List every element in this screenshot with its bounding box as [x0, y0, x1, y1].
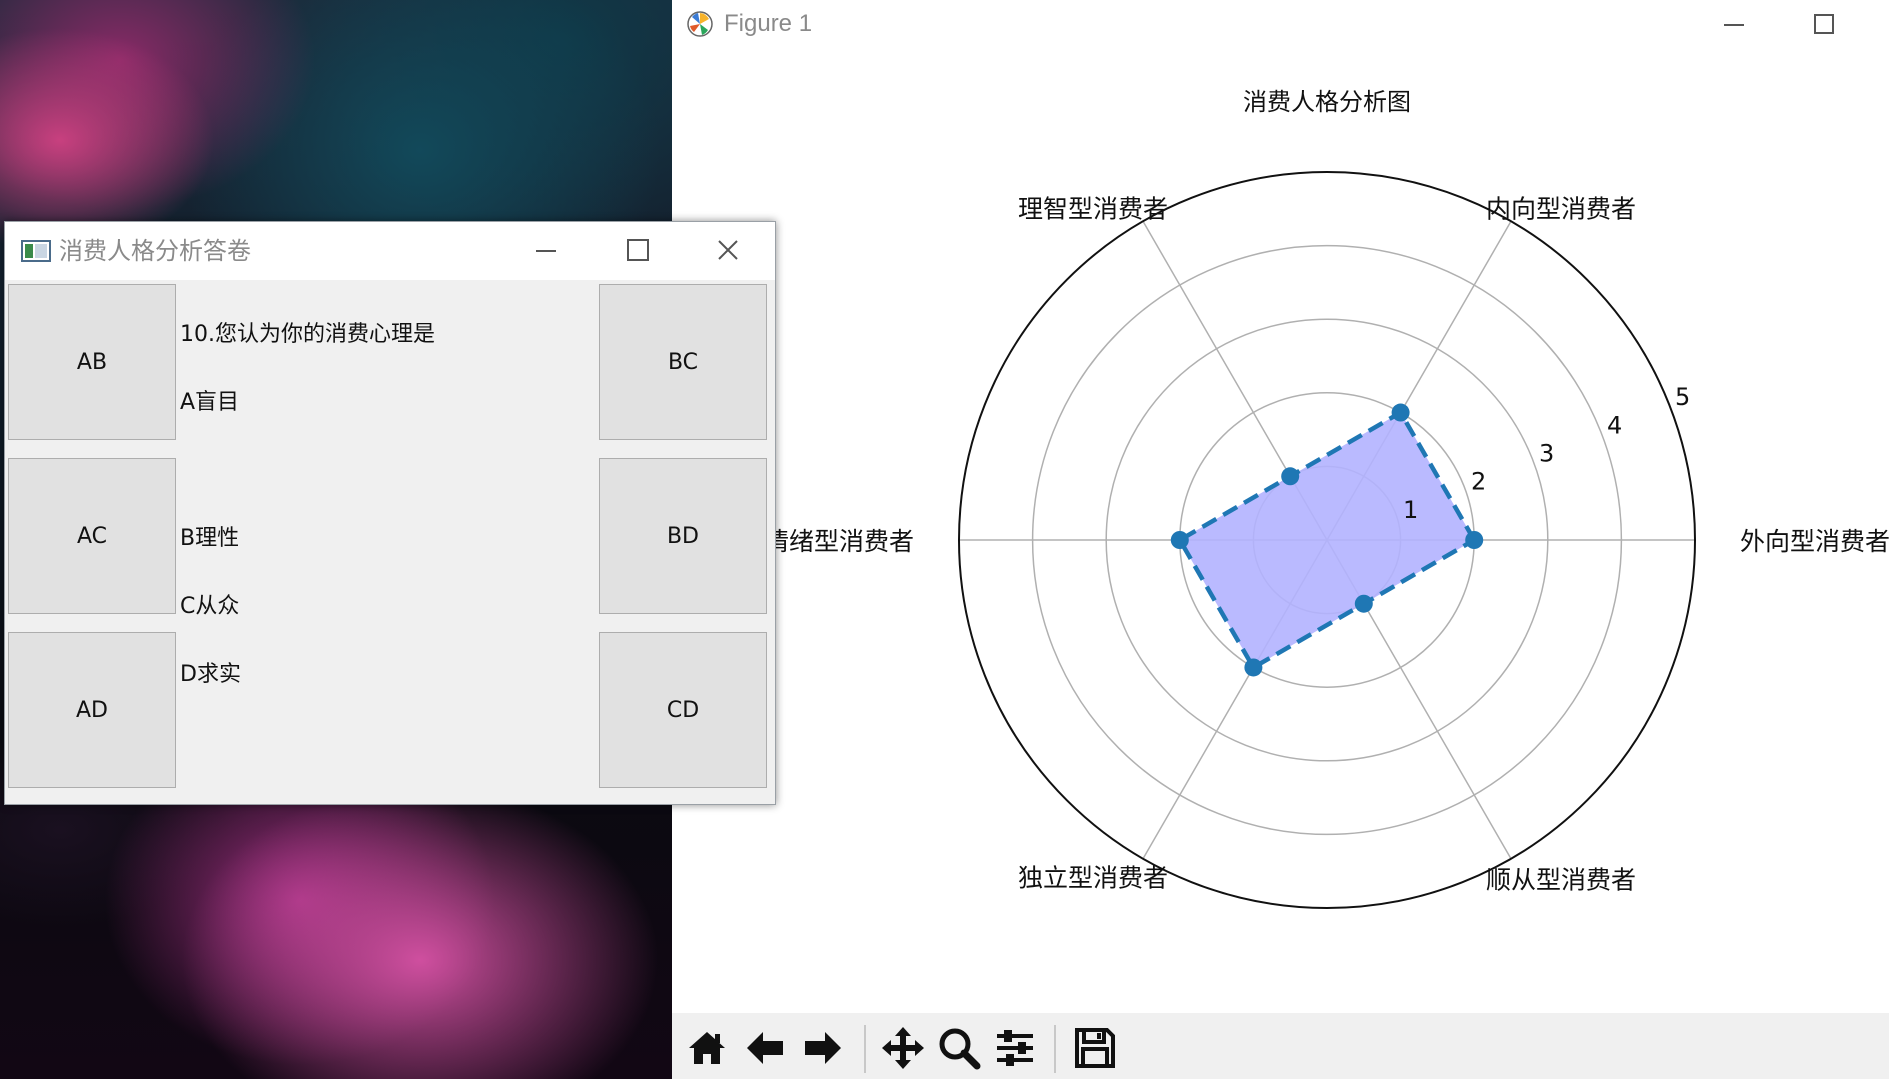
minimize-button[interactable]: [1702, 8, 1762, 42]
radial-tick-label: 5: [1675, 383, 1690, 411]
figure-title: Figure 1: [724, 10, 813, 37]
category-label: 理智型消费者: [1018, 194, 1168, 223]
radial-tick-label: 4: [1607, 411, 1622, 439]
radar-chart-svg: 消费人格分析图 外向型消费者 内向型消费者 理智型消费者情绪型消费者独立型消费者 顺从…: [764, 88, 1889, 909]
radial-tick-label: 3: [1539, 440, 1554, 468]
radar-chart: 消费人格分析图 外向型消费者 内向型消费者 理智型消费者情绪型消费者独立型消费者 顺从…: [672, 48, 1889, 1013]
radial-tick-label: 2: [1471, 468, 1486, 496]
question-line: 10.您认为你的消费心理是: [180, 322, 435, 347]
zoom-button[interactable]: [932, 1021, 986, 1075]
data-point-3: [1281, 467, 1300, 486]
home-button[interactable]: [680, 1021, 734, 1075]
toolbar-separator: [864, 1025, 866, 1073]
home-icon: [689, 1032, 725, 1064]
questionnaire-title: 消费人格分析答卷: [59, 237, 251, 265]
radar-data-area: [1176, 409, 1478, 671]
data-point-6: [1354, 594, 1373, 613]
chart-title: 消费人格分析图: [1243, 88, 1411, 116]
option-line: A盲目: [180, 390, 240, 415]
figure-window: Figure 1 消费人格分析图 外向型消费者 内向型消费者 理智型消费者情绪型消费…: [672, 0, 1889, 1079]
data-point-1: [1465, 531, 1484, 549]
minimize-button[interactable]: [525, 234, 567, 268]
close-icon: [718, 240, 738, 260]
close-button[interactable]: [707, 234, 749, 268]
figure-titlebar[interactable]: Figure 1: [672, 0, 1889, 48]
category-label: 顺从型消费者: [1486, 866, 1636, 895]
option-line: B理性: [180, 526, 240, 551]
questionnaire-window: 消费人格分析答卷 AB AC AD BC BD CD 10.您认为你的消费心理是…: [4, 221, 776, 805]
answer-button-cd[interactable]: CD: [599, 632, 767, 788]
tk-app-icon: [21, 240, 51, 262]
data-point-4: [1170, 531, 1189, 549]
answer-button-ac[interactable]: AC: [8, 458, 176, 614]
pan-button[interactable]: [876, 1021, 930, 1075]
radial-tick-label: 1: [1403, 496, 1418, 524]
answer-button-bd[interactable]: BD: [599, 458, 767, 614]
back-button[interactable]: [738, 1021, 792, 1075]
option-line: C从众: [180, 594, 240, 619]
data-point-2: [1391, 403, 1410, 422]
sliders-icon: [997, 1030, 1033, 1066]
question-text: 10.您认为你的消费心理是 A盲目 B理性 C从众 D求实: [180, 284, 600, 726]
maximize-button[interactable]: [1792, 8, 1852, 42]
option-line: D求实: [180, 662, 241, 687]
category-label: 外向型消费者: [1740, 527, 1889, 556]
answer-button-ab[interactable]: AB: [8, 284, 176, 440]
configure-subplots-button[interactable]: [988, 1021, 1042, 1075]
matplotlib-logo-icon: [687, 11, 713, 37]
option-line: [180, 454, 600, 488]
maximize-button[interactable]: [615, 234, 657, 268]
category-label: 情绪型消费者: [764, 527, 914, 556]
answer-button-ad[interactable]: AD: [8, 632, 176, 788]
back-arrow-icon: [747, 1032, 783, 1064]
save-button[interactable]: [1068, 1021, 1122, 1075]
category-label: 内向型消费者: [1486, 194, 1636, 223]
save-icon: [1075, 1028, 1115, 1068]
navigation-toolbar: [672, 1013, 1889, 1079]
answer-button-bc[interactable]: BC: [599, 284, 767, 440]
move-icon: [882, 1027, 924, 1069]
questionnaire-titlebar[interactable]: 消费人格分析答卷: [5, 222, 775, 280]
toolbar-separator: [1054, 1025, 1056, 1073]
forward-button[interactable]: [796, 1021, 850, 1075]
category-label: 独立型消费者: [1018, 864, 1168, 893]
data-point-5: [1244, 658, 1263, 677]
data-area-fill: [1179, 412, 1475, 668]
forward-arrow-icon: [805, 1032, 841, 1064]
zoom-icon: [939, 1028, 981, 1070]
